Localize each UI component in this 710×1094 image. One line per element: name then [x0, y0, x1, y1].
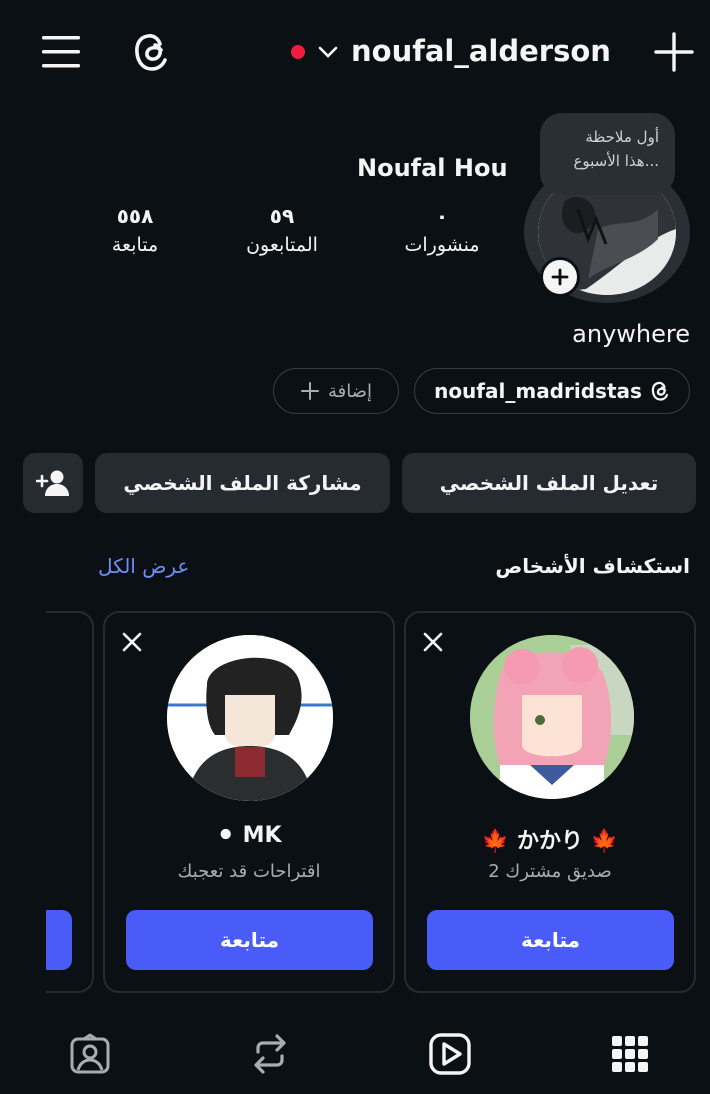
- follow-button[interactable]: [46, 910, 72, 970]
- stat-followers-value: ٥٩: [269, 204, 295, 228]
- leaf-icon: 🍁: [481, 829, 510, 854]
- account-username[interactable]: noufal_alderson: [351, 34, 611, 68]
- chevron-down-icon[interactable]: [316, 42, 340, 62]
- suggestion-subtitle: اقتراحات قد تعجبك: [177, 861, 321, 882]
- status-dot: [291, 45, 305, 59]
- stat-following-value: ٥٥٨: [116, 204, 154, 228]
- stat-followers[interactable]: ٥٩ المتابعون: [230, 204, 334, 256]
- profile-display-name: Noufal Hou: [357, 154, 508, 182]
- close-icon[interactable]: [119, 629, 145, 655]
- plus-small-icon: [300, 382, 319, 400]
- threads-link-label: noufal_madridstas: [434, 379, 642, 403]
- suggestion-card-partial-clip: [46, 611, 96, 993]
- hamburger-menu-icon[interactable]: [38, 30, 84, 74]
- suggestion-subtitle: 2 صديق مشترك: [488, 861, 612, 882]
- follow-button[interactable]: متابعة: [427, 910, 674, 970]
- edit-profile-button[interactable]: تعديل الملف الشخصي: [402, 453, 696, 513]
- stat-posts-value: ٠: [435, 204, 449, 228]
- suggestion-name: 🍁 かかり 🍁: [406, 823, 694, 855]
- see-all-link[interactable]: عرض الكل: [98, 554, 189, 578]
- note-bubble[interactable]: أول ملاحظة هذا الأسبوع...: [540, 113, 675, 195]
- add-story-icon[interactable]: [540, 257, 580, 297]
- black-circle-icon: ⚫: [216, 823, 235, 848]
- add-link-label: إضافة: [327, 380, 373, 402]
- threads-small-icon: [651, 381, 669, 401]
- reels-icon[interactable]: [426, 1030, 474, 1078]
- suggestion-card[interactable]: ⚫ MK اقتراحات قد تعجبك متابعة: [103, 611, 395, 993]
- share-profile-label: مشاركة الملف الشخصي: [123, 471, 362, 495]
- follow-button[interactable]: متابعة: [126, 910, 373, 970]
- stat-followers-label: المتابعون: [246, 234, 318, 256]
- add-link-button[interactable]: إضافة: [273, 368, 399, 414]
- suggestion-name-text: かかり: [516, 829, 583, 854]
- tagged-icon[interactable]: [66, 1030, 114, 1078]
- follow-label: متابعة: [521, 928, 580, 952]
- suggestion-name-text: MK: [242, 823, 282, 848]
- share-profile-button[interactable]: مشاركة الملف الشخصي: [95, 453, 390, 513]
- profile-bio: anywhere: [572, 320, 690, 348]
- follow-label: متابعة: [220, 928, 279, 952]
- suggestion-card[interactable]: [46, 611, 94, 993]
- discover-people-button[interactable]: [23, 453, 83, 513]
- suggestion-card[interactable]: 🍁 かかり 🍁 2 صديق مشترك متابعة: [404, 611, 696, 993]
- stat-posts-label: منشورات: [404, 234, 480, 256]
- stat-posts[interactable]: ٠ منشورات: [390, 204, 494, 256]
- reposts-icon[interactable]: [246, 1030, 294, 1078]
- plus-icon[interactable]: [652, 30, 696, 74]
- close-icon[interactable]: [420, 629, 446, 655]
- edit-profile-label: تعديل الملف الشخصي: [439, 471, 659, 495]
- discover-title: استكشاف الأشخاص: [495, 554, 690, 578]
- threads-link-pill[interactable]: noufal_madridstas: [414, 368, 690, 414]
- leaf-icon: 🍁: [590, 829, 619, 854]
- stat-following-label: متابعة: [111, 234, 159, 256]
- threads-logo-icon[interactable]: [128, 28, 174, 76]
- grid-icon[interactable]: [606, 1030, 654, 1078]
- suggestion-name: ⚫ MK: [105, 823, 393, 848]
- suggestion-avatar: [470, 635, 634, 799]
- add-person-icon: [36, 470, 69, 496]
- stat-following[interactable]: ٥٥٨ متابعة: [92, 204, 178, 256]
- suggestion-avatar: [167, 635, 333, 801]
